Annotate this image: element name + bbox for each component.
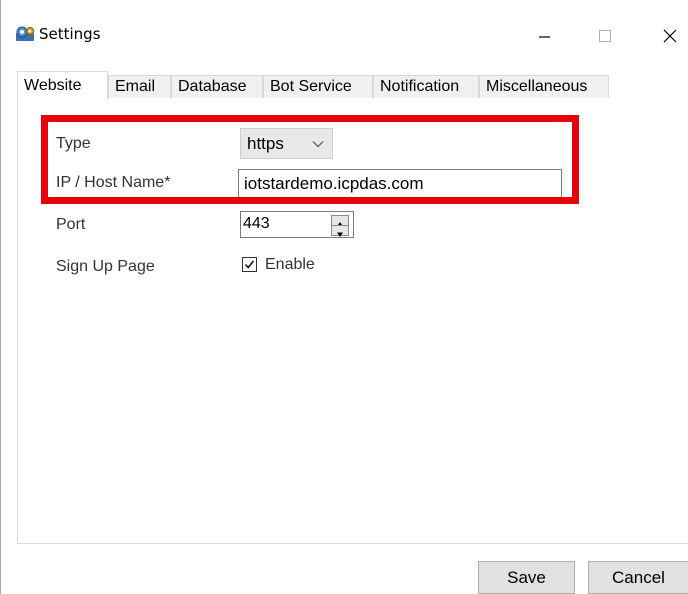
host-label: IP / Host Name* (56, 174, 171, 191)
cancel-button[interactable]: Cancel (588, 561, 688, 594)
type-select-value: https (247, 134, 284, 153)
minimize-icon (539, 36, 550, 38)
signup-enable-label[interactable]: Enable (265, 255, 315, 275)
settings-app-icon (16, 26, 34, 41)
tab-bot-service[interactable]: Bot Service (263, 75, 373, 99)
tab-label: Notification (380, 78, 460, 95)
tab-label: Database (178, 78, 247, 95)
tab-label: Bot Service (270, 78, 352, 95)
maximize-icon (599, 30, 611, 42)
maximize-button[interactable] (583, 14, 629, 54)
window-title: Settings (39, 25, 101, 43)
tab-website[interactable]: Website (17, 71, 108, 100)
tab-strip: Website Email Database Bot Service Notif… (17, 71, 688, 100)
tab-database[interactable]: Database (171, 75, 263, 99)
tab-miscellaneous[interactable]: Miscellaneous (479, 75, 609, 99)
checkmark-icon (244, 260, 255, 269)
host-input[interactable] (238, 169, 562, 198)
tab-label: Miscellaneous (486, 78, 588, 95)
close-button[interactable] (645, 14, 688, 54)
tab-email[interactable]: Email (108, 75, 171, 99)
title-bar[interactable]: Settings (1, 0, 688, 62)
save-button[interactable]: Save (478, 561, 575, 594)
port-decrement-button[interactable] (331, 225, 349, 237)
minimize-button[interactable] (521, 14, 567, 54)
tab-label: Email (115, 78, 156, 95)
tab-label: Website (24, 77, 82, 94)
tab-notification[interactable]: Notification (373, 75, 479, 99)
type-select[interactable]: https (240, 128, 333, 159)
close-icon (663, 29, 677, 43)
chevron-down-icon (312, 141, 324, 148)
signup-enable-checkbox[interactable] (242, 257, 257, 272)
port-stepper[interactable]: 443 (240, 211, 354, 238)
type-label: Type (56, 135, 91, 152)
website-tab-panel (17, 98, 688, 544)
port-value: 443 (243, 215, 270, 232)
settings-window: Settings Website Email Database Bot Serv… (0, 0, 688, 594)
signup-label: Sign Up Page (56, 258, 155, 275)
spin-down-icon (337, 232, 343, 237)
port-label: Port (56, 216, 86, 233)
